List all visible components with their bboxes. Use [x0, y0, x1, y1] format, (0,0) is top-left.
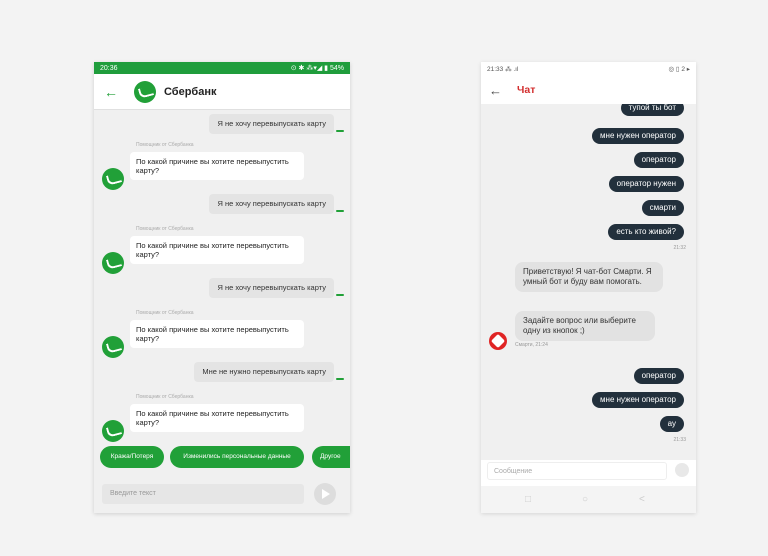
- recent-apps-icon[interactable]: □: [525, 494, 531, 505]
- bot-message: Помощник от Сбербанка По какой причине в…: [94, 310, 350, 370]
- user-message: оператор: [633, 368, 684, 384]
- sberbank-chat-screen: 20:36 ⊙ ✱ ⁂▾◢ ▮ 54% ← Сбербанк Я не хочу…: [94, 62, 350, 513]
- message-time: 21:32: [673, 245, 686, 251]
- user-message: Я не хочу перевыпускать карту: [209, 194, 344, 214]
- user-message: Я не хочу перевыпускать карту: [209, 114, 344, 134]
- bot-message: Помощник от Сбербанка По какой причине в…: [94, 142, 350, 202]
- bot-avatar-icon: [102, 252, 124, 274]
- smarty-avatar-icon: [489, 332, 507, 350]
- input-row: Введите текст: [94, 476, 350, 513]
- bot-caption: Помощник от Сбербанка: [136, 142, 194, 148]
- bot-caption: Смарти, 21:24: [515, 342, 548, 348]
- bot-message-text: По какой причине вы хотите перевыпустить…: [130, 236, 304, 264]
- bot-avatar-icon: [102, 168, 124, 190]
- chat-header: ← Сбербанк: [94, 74, 350, 110]
- bot-message-text: По какой причине вы хотите перевыпустить…: [130, 404, 304, 432]
- status-icons: ⊙ ✱ ⁂▾◢ ▮ 54%: [290, 65, 344, 72]
- message-input[interactable]: Сообщение: [487, 462, 667, 480]
- chat-header: ← Чат: [481, 76, 696, 104]
- back-nav-icon[interactable]: <: [639, 494, 645, 505]
- message-time: 21:33: [673, 437, 686, 443]
- message-feed[interactable]: тупой ты бот мне нужен оператор оператор…: [481, 104, 696, 460]
- status-right: ◎ ▯ 2 ▸: [668, 66, 690, 73]
- bot-message-text: По какой причине вы хотите перевыпустить…: [130, 152, 304, 180]
- back-arrow-icon[interactable]: ←: [489, 83, 511, 98]
- bot-caption: Помощник от Сбербанка: [136, 394, 194, 400]
- bot-message-text: По какой причине вы хотите перевыпустить…: [130, 320, 304, 348]
- user-message: смарти: [641, 200, 684, 216]
- message-feed[interactable]: Я не хочу перевыпускать карту Помощник о…: [94, 110, 350, 490]
- user-message: оператор: [633, 152, 684, 168]
- status-bar: 20:36 ⊙ ✱ ⁂▾◢ ▮ 54%: [94, 62, 350, 74]
- chat-title: Сбербанк: [164, 85, 217, 98]
- bot-message: Приветствую! Я чат-бот Смарти. Я умный б…: [515, 262, 663, 292]
- user-message: оператор нужен: [608, 176, 684, 192]
- chat-title: Чат: [517, 84, 536, 96]
- bot-avatar-icon: [102, 336, 124, 358]
- send-icon[interactable]: [314, 483, 336, 505]
- status-left: 21:33 ⁂ .ıl: [487, 66, 519, 73]
- user-message: мне нужен оператор: [592, 128, 684, 144]
- status-bar: 21:33 ⁂ .ıl ◎ ▯ 2 ▸: [481, 62, 696, 76]
- home-icon[interactable]: ○: [582, 494, 588, 505]
- message-input[interactable]: Введите текст: [102, 484, 304, 504]
- sberbank-logo-icon: [134, 80, 156, 103]
- bot-caption: Помощник от Сбербанка: [136, 310, 194, 316]
- quick-reply-chips: Кража/Потеря Изменились персональные дан…: [94, 446, 350, 474]
- user-message: ау: [659, 416, 684, 432]
- status-time: 20:36: [100, 64, 118, 72]
- bot-caption: Помощник от Сбербанка: [136, 226, 194, 232]
- bot-message: Помощник от Сбербанка По какой причине в…: [94, 226, 350, 286]
- android-nav-bar: □ ○ <: [481, 486, 696, 513]
- back-arrow-icon[interactable]: ←: [104, 84, 126, 100]
- user-message: Я не хочу перевыпускать карту: [209, 278, 344, 298]
- user-message: есть кто живой?: [608, 224, 684, 240]
- bot-avatar-icon: [102, 420, 124, 442]
- chip-personal-data-changed[interactable]: Изменились персональные данные: [170, 446, 304, 468]
- send-icon[interactable]: [675, 463, 689, 477]
- chip-other[interactable]: Другое: [312, 446, 350, 468]
- bot-message: Помощник от Сбербанка По какой причине в…: [94, 394, 350, 454]
- smarty-chat-screen: 21:33 ⁂ .ıl ◎ ▯ 2 ▸ ← Чат тупой ты бот м…: [481, 62, 696, 513]
- bot-message: Задайте вопрос или выберите одну из кноп…: [515, 311, 655, 341]
- user-message: мне нужен оператор: [592, 392, 684, 408]
- chip-theft-loss[interactable]: Кража/Потеря: [100, 446, 164, 468]
- user-message: Мне не нужно перевыпускать карту: [194, 362, 344, 382]
- user-message: тупой ты бот: [620, 104, 684, 116]
- input-row: Сообщение: [481, 460, 696, 482]
